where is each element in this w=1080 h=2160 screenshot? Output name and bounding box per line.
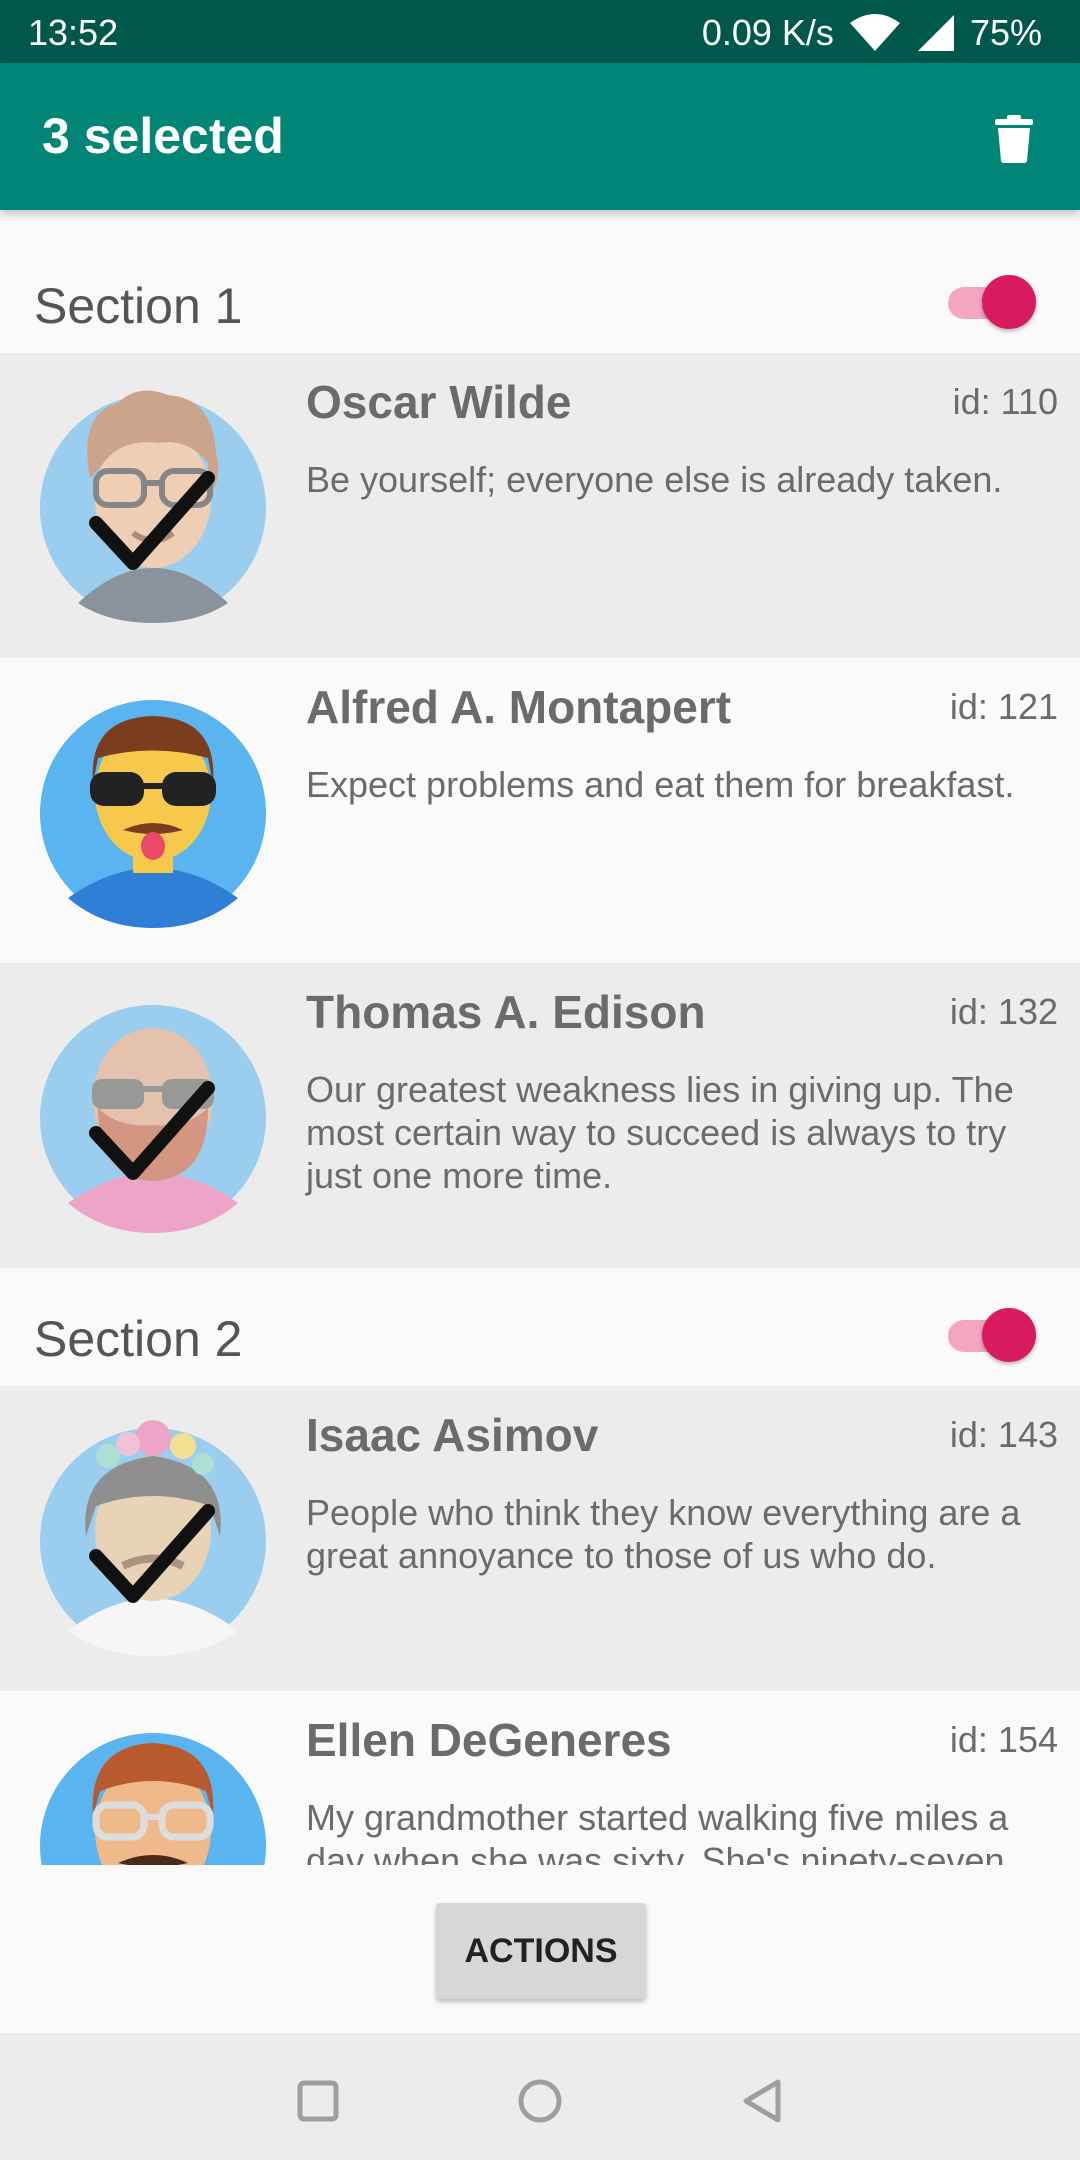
network-speed: 0.09 K/s	[701, 12, 834, 53]
author-name: Isaac Asimov	[306, 1409, 599, 1461]
item-id: id: 132	[949, 991, 1058, 1032]
list-item[interactable]: Alfred A. Montapert id: 121 Expect probl…	[0, 658, 1080, 963]
section-2-toggle[interactable]	[944, 1306, 1036, 1364]
selection-toolbar: 3 selected	[0, 63, 1080, 210]
section-header-1: Section 1	[0, 210, 1080, 353]
author-name: Alfred A. Montapert	[306, 681, 732, 733]
quote-text: Be yourself; everyone else is already ta…	[306, 459, 1003, 500]
item-id: id: 121	[949, 686, 1058, 727]
home-icon[interactable]	[510, 2071, 570, 2131]
item-id: id: 143	[949, 1414, 1058, 1455]
actions-area: ACTIONS	[0, 1865, 1080, 2033]
status-time: 13:52	[28, 12, 119, 53]
section-title: Section 2	[34, 1311, 243, 1367]
section-title: Section 1	[34, 278, 243, 334]
list-item[interactable]: Thomas A. Edison id: 132 Our greatest we…	[0, 963, 1080, 1268]
battery-level: 75%	[969, 12, 1042, 53]
actions-button[interactable]: ACTIONS	[436, 1903, 646, 1999]
quote-text: People who think they know everything ar…	[306, 1492, 1021, 1576]
author-name: Ellen DeGeneres	[306, 1714, 672, 1766]
author-name: Thomas A. Edison	[306, 986, 706, 1038]
avatar-curly-hair-glasses	[38, 383, 268, 623]
avatar-bald-beard	[38, 993, 268, 1233]
recents-icon[interactable]	[288, 2071, 348, 2131]
list-item[interactable]: Oscar Wilde id: 110 Be yourself; everyon…	[0, 353, 1080, 658]
quote-text: Our greatest weakness lies in giving up.…	[306, 1069, 1014, 1196]
list-item[interactable]: Ellen DeGeneres id: 154 My grandmother s…	[0, 1691, 1080, 1865]
item-id: id: 154	[949, 1719, 1058, 1760]
system-nav-bar	[0, 2033, 1080, 2160]
avatar-flower-crown	[38, 1416, 268, 1656]
wifi-icon	[848, 13, 902, 53]
section-1-toggle[interactable]	[944, 273, 1036, 331]
selection-count-title: 3 selected	[42, 108, 284, 164]
section-header-2: Section 2	[0, 1268, 1080, 1386]
author-name: Oscar Wilde	[306, 376, 572, 428]
status-bar: 13:52 0.09 K/s 75%	[0, 0, 1080, 63]
trash-icon[interactable]	[984, 107, 1044, 171]
quote-list[interactable]: Section 1 Oscar Wilde id: 110 Be yoursel…	[0, 210, 1080, 1865]
list-item[interactable]: Isaac Asimov id: 143 People who think th…	[0, 1386, 1080, 1691]
avatar-sunglasses-tongue	[38, 688, 268, 928]
back-icon[interactable]	[732, 2071, 792, 2131]
status-right: 0.09 K/s 75%	[702, 12, 1042, 54]
avatar-glasses-mustache	[38, 1721, 268, 1865]
quote-text: My grandmother started walking five mile…	[306, 1797, 1009, 1865]
item-id: id: 110	[952, 381, 1058, 422]
quote-text: Expect problems and eat them for breakfa…	[306, 764, 1015, 805]
signal-icon	[916, 13, 956, 53]
